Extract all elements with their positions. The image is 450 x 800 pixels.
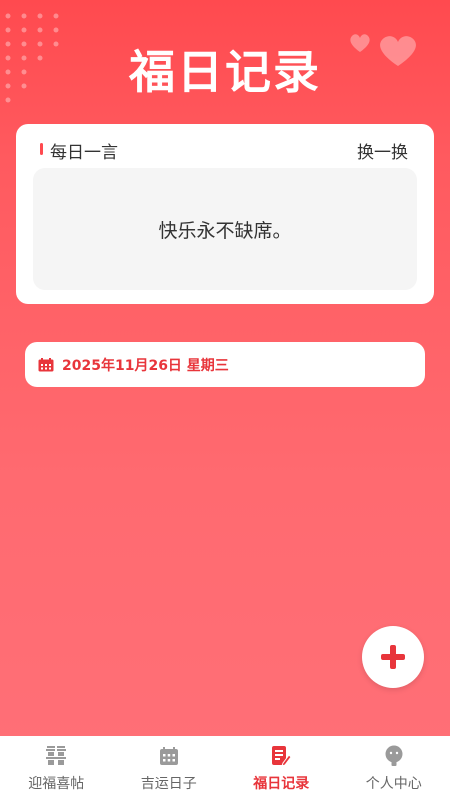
tab-label: 福日记录 — [253, 776, 310, 792]
tab-fortune-record[interactable]: 福日记录 — [225, 736, 338, 800]
calendar-icon — [159, 747, 178, 765]
tab-invitation[interactable]: 迎福喜帖 — [0, 736, 113, 800]
quote-label: 每日一言 — [50, 143, 118, 163]
tab-label: 迎福喜帖 — [28, 776, 85, 792]
quote-card-header: 每日一言 换一换 — [16, 138, 434, 163]
date-bar[interactable]: 2025年11月26日 星期三 — [25, 342, 425, 387]
plus-icon — [381, 645, 405, 669]
tab-lucky-days[interactable]: 吉运日子 — [113, 736, 226, 800]
date-text: 2025年11月26日 星期三 — [62, 357, 229, 374]
tab-profile[interactable]: 个人中心 — [338, 736, 450, 800]
quote-content-box: 快乐永不缺席。 — [33, 168, 417, 290]
quote-accent-bar — [40, 143, 43, 155]
double-happiness-icon — [46, 746, 67, 765]
notes-edit-icon — [272, 746, 292, 767]
bottom-tab-bar: 迎福喜帖 吉运日子 福日记录 个人中心 — [0, 736, 450, 800]
profile-icon — [385, 745, 403, 766]
daily-quote-card: 每日一言 换一换 快乐永不缺席。 — [16, 124, 434, 304]
refresh-quote-button[interactable]: 换一换 — [357, 138, 408, 163]
tab-label: 吉运日子 — [140, 776, 197, 792]
tab-label: 个人中心 — [365, 776, 422, 792]
quote-text: 快乐永不缺席。 — [158, 219, 292, 242]
calendar-icon — [38, 357, 54, 371]
page-title: 福日记录 — [129, 45, 321, 99]
add-record-button[interactable] — [362, 626, 424, 688]
